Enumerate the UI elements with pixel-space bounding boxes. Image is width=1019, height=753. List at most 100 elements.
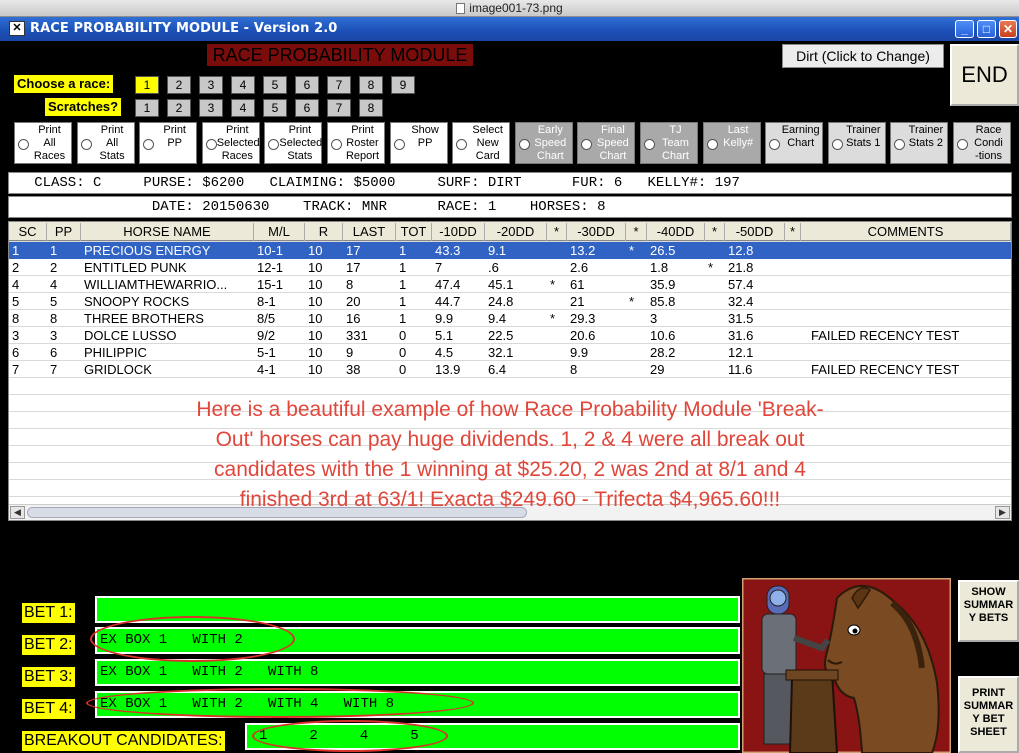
column-header[interactable]: M/L [254, 223, 305, 241]
radio-icon[interactable] [331, 139, 342, 150]
option-select-new-card[interactable]: Select New Card [452, 122, 511, 164]
radio-icon[interactable] [957, 139, 968, 150]
option-early-speed-chart[interactable]: Early Speed Chart [514, 122, 573, 164]
bet-3-field[interactable]: EX BOX 1 WITH 2 WITH 8 [95, 659, 740, 686]
document-icon [456, 3, 466, 14]
table-row[interactable]: 7 7 GRIDLOCK 4-1 10 38 0 13.9 6.4 8 29 11.6 FAILED R… [9, 361, 1011, 378]
minimize-button[interactable]: _ [955, 20, 974, 38]
radio-icon[interactable] [18, 139, 29, 150]
table-cell: * [550, 277, 556, 292]
option-print-roster-report[interactable]: Print Roster Report [327, 122, 385, 164]
scratch-button-4[interactable]: 4 [231, 99, 255, 117]
close-button[interactable]: ✕ [999, 20, 1017, 38]
radio-icon[interactable] [581, 139, 593, 150]
table-row[interactable]: 5 5 SNOOPY ROCKS 8-1 10 20 1 44.7 24.8 21 * 85.8 32.… [9, 293, 1011, 310]
option-trainer-stats-1[interactable]: Trainer Stats 1 [827, 122, 886, 164]
table-row[interactable]: 1 1 PRECIOUS ENERGY 10-1 10 17 1 43.3 9.1 13.2 * 26… [9, 242, 1011, 259]
scratch-button-3[interactable]: 3 [199, 99, 223, 117]
column-header[interactable]: HORSE NAME [81, 223, 254, 241]
radio-icon[interactable] [518, 139, 530, 150]
radio-icon[interactable] [831, 139, 843, 150]
scratch-button-5[interactable]: 5 [263, 99, 287, 117]
column-header[interactable]: -10DD [432, 223, 485, 241]
table-cell: 10-1 [257, 243, 284, 258]
option-print-selected-races[interactable]: Print Selected Races [201, 122, 260, 164]
race-button-3[interactable]: 3 [199, 76, 223, 94]
race-button-5[interactable]: 5 [263, 76, 287, 94]
radio-icon[interactable] [143, 139, 155, 150]
scratch-button-1[interactable]: 1 [135, 99, 159, 117]
column-header[interactable]: -40DD [647, 223, 705, 241]
option-print-all-stats[interactable]: Print All Stats [76, 122, 135, 164]
scratch-button-7[interactable]: 7 [327, 99, 351, 117]
table-row[interactable]: 2 2 ENTITLED PUNK 12-1 10 17 1 7.6 2.6 1.8 * 21.8 [9, 259, 1011, 276]
table-cell [626, 327, 647, 344]
radio-icon[interactable] [80, 139, 92, 150]
choose-race-label: Choose a race: [14, 75, 114, 93]
column-header[interactable]: -30DD [567, 223, 626, 241]
print-summary-bet-sheet-button[interactable]: PRINT SUMMAR Y BET SHEET [958, 676, 1019, 753]
option-trainer-stats-2[interactable]: Trainer Stats 2 [890, 122, 949, 164]
column-header[interactable]: COMMENTS [801, 223, 1011, 241]
table-cell: .6 [488, 260, 499, 275]
show-summary-bets-button[interactable]: SHOW SUMMAR Y BETS [958, 580, 1019, 642]
scratch-button-6[interactable]: 6 [295, 99, 319, 117]
race-button-8[interactable]: 8 [359, 76, 383, 94]
option-print-all-races[interactable]: Print All Races [14, 122, 72, 164]
column-header[interactable]: -20DD [485, 223, 547, 241]
module-title: RACE PROBABILITY MODULE [207, 44, 473, 66]
option-show-pp[interactable]: Show PP [389, 122, 448, 164]
race-button-6[interactable]: 6 [295, 76, 319, 94]
column-header[interactable]: * [705, 223, 725, 241]
radio-icon[interactable] [205, 139, 217, 150]
radio-icon[interactable] [268, 139, 280, 150]
table-cell: 1 [399, 277, 407, 292]
option-last-kelly[interactable]: Last Kelly# [702, 122, 761, 164]
radio-icon[interactable] [894, 139, 906, 150]
scratch-button-2[interactable]: 2 [167, 99, 191, 117]
table-cell: 21 [570, 294, 585, 309]
option-tj-team-chart[interactable]: TJ Team Chart [640, 122, 698, 164]
table-cell: 4 [50, 277, 58, 292]
table-cell: 10 [308, 311, 323, 326]
radio-icon[interactable] [644, 139, 655, 150]
scroll-right-icon[interactable]: ▶ [995, 506, 1010, 519]
table-cell: 1.8 [650, 260, 669, 275]
column-header[interactable]: SC [9, 223, 47, 241]
table-row[interactable]: 8 8 THREE BROTHERS 8/5 10 16 1 9.9 9.4 * 29.3 3 31.5 [9, 310, 1011, 327]
column-header[interactable]: * [785, 223, 801, 241]
option-print-selected-stats[interactable]: Print Selected Stats [264, 122, 323, 164]
table-row[interactable]: 3 3 DOLCE LUSSO 9/2 10 331 0 5.1 22.5 20.6 10.6 31.… [9, 327, 1011, 344]
column-header[interactable]: PP [47, 223, 81, 241]
table-cell: 2.6 [570, 260, 589, 275]
table-cell: 0 [399, 362, 407, 377]
table-cell: 45.1 [488, 277, 514, 292]
option-final-speed-chart[interactable]: Final Speed Chart [577, 122, 636, 164]
radio-icon[interactable] [393, 139, 405, 150]
table-cell: WILLIAMTHEWARRIO... [84, 277, 228, 292]
race-button-7[interactable]: 7 [327, 76, 351, 94]
column-header[interactable]: LAST [343, 223, 396, 241]
radio-icon[interactable] [769, 139, 781, 150]
radio-icon[interactable] [456, 139, 468, 150]
column-header[interactable]: -50DD [725, 223, 785, 241]
option-earning-chart[interactable]: Earning Chart [765, 122, 824, 164]
race-button-9[interactable]: 9 [391, 76, 415, 94]
column-header[interactable]: TOT [396, 223, 432, 241]
option-print-pp[interactable]: Print PP [139, 122, 198, 164]
race-button-4[interactable]: 4 [231, 76, 255, 94]
end-button[interactable]: END [950, 44, 1019, 106]
race-button-2[interactable]: 2 [167, 76, 191, 94]
radio-icon[interactable] [706, 139, 718, 150]
table-row[interactable]: 6 6 PHILIPPIC 5-1 10 9 0 4.5 32.1 9.9 28.2 12.1 [9, 344, 1011, 361]
scroll-left-icon[interactable]: ◀ [10, 506, 25, 519]
maximize-button[interactable]: □ [977, 20, 996, 38]
race-button-1[interactable]: 1 [135, 76, 159, 94]
table-row[interactable]: 4 4 WILLIAMTHEWARRIO... 15-1 10 8 1 47.4 45.1 * 61… [9, 276, 1011, 293]
column-header[interactable]: R [305, 223, 343, 241]
scratch-button-8[interactable]: 8 [359, 99, 383, 117]
option-race-condi-tions[interactable]: Race Condi -tions [953, 122, 1011, 164]
column-header[interactable]: * [626, 223, 647, 241]
column-header[interactable]: * [547, 223, 567, 241]
surface-toggle-button[interactable]: Dirt (Click to Change) [782, 44, 944, 68]
